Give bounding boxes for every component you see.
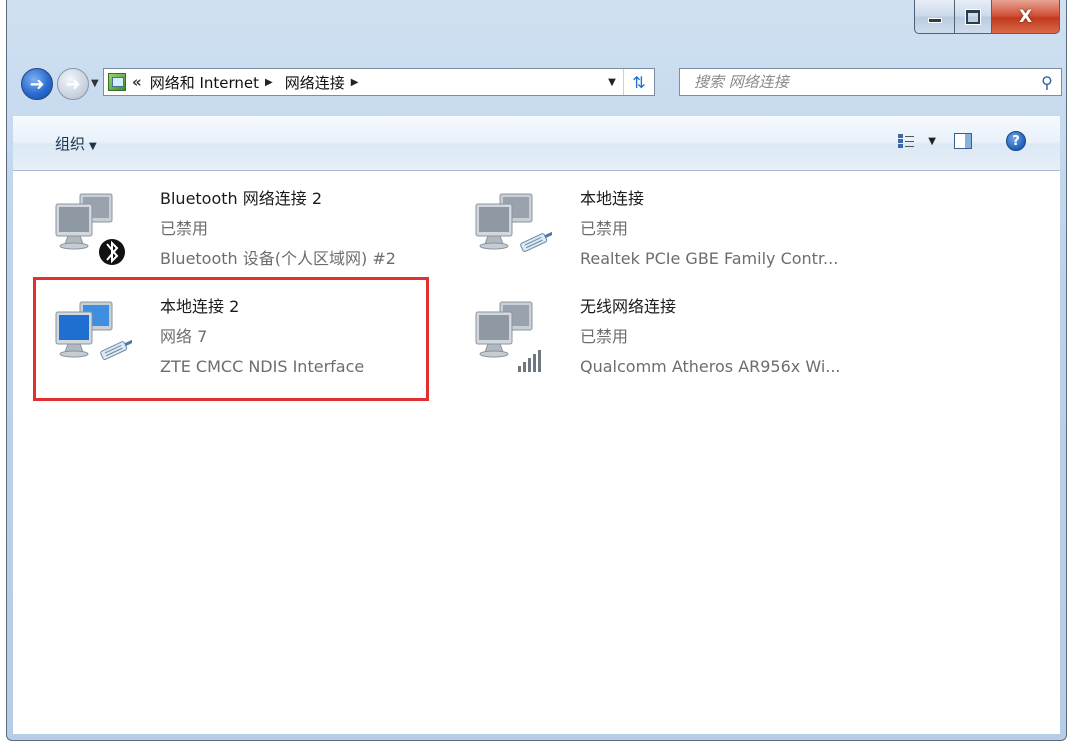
connection-status: 网络 7 (160, 327, 208, 346)
connection-device: ZTE CMCC NDIS Interface (160, 357, 365, 376)
breadcrumb-network-internet[interactable]: 网络和 Internet (150, 72, 259, 93)
navigation-bar: ➜ ➜ ▼ « 网络和 Internet ▶ 网络连接 ▶ ▼ ⇅ ⚲ (21, 64, 1062, 104)
address-history-dropdown[interactable]: ▼ (601, 77, 623, 88)
connection-text: 本地连接 2 网络 7 ZTE CMCC NDIS Interface (160, 292, 364, 382)
bluetooth-network-icon (50, 186, 132, 268)
connection-text: Bluetooth 网络连接 2 已禁用 Bluetooth 设备(个人区域网) #… (160, 184, 396, 274)
chevron-down-icon: ▼ (928, 135, 936, 147)
maximize-button[interactable] (954, 0, 992, 34)
breadcrumb-arrow-icon[interactable]: ▶ (351, 77, 359, 88)
close-button[interactable]: X (992, 0, 1060, 34)
refresh-icon: ⇅ (632, 72, 646, 92)
caption-buttons: X (914, 0, 1060, 34)
help-button[interactable]: ? (1006, 131, 1026, 151)
organize-label: 组织 (55, 135, 86, 153)
connection-status: 已禁用 (580, 327, 629, 346)
wireless-network-icon (470, 294, 552, 376)
refresh-button[interactable]: ⇅ (623, 69, 654, 95)
connection-name: 无线网络连接 (580, 297, 677, 316)
connection-text: 本地连接已禁用 Realtek PCIe GBE Family Contr... (580, 184, 838, 274)
forward-button[interactable]: ➜ (57, 68, 89, 100)
connection-name: Bluetooth 网络连接 2 (160, 189, 323, 208)
minimize-icon (927, 18, 942, 23)
close-icon: X (1018, 6, 1033, 27)
command-bar: 组织 ▼ ▼ ? (13, 116, 1060, 171)
network-folder-icon (108, 73, 126, 91)
connection-status: 已禁用 (160, 219, 209, 238)
details-view-icon (898, 133, 915, 149)
help-icon: ? (1012, 133, 1020, 149)
connection-local-2[interactable]: 本地连接 2 网络 7 ZTE CMCC NDIS Interface (36, 286, 456, 394)
address-bar[interactable]: « 网络和 Internet ▶ 网络连接 ▶ ▼ ⇅ (103, 68, 655, 96)
connection-bluetooth-2[interactable]: Bluetooth 网络连接 2 已禁用 Bluetooth 设备(个人区域网) #… (36, 178, 456, 286)
organize-menu-button[interactable]: 组织 ▼ (55, 133, 97, 154)
breadcrumb-arrow-icon[interactable]: ▶ (265, 77, 273, 88)
back-button[interactable]: ➜ (21, 68, 53, 100)
connection-local[interactable]: 本地连接已禁用 Realtek PCIe GBE Family Contr... (456, 178, 876, 286)
breadcrumb-network-connections[interactable]: 网络连接 (285, 72, 345, 93)
connection-device: Realtek PCIe GBE Family Contr... (580, 249, 839, 268)
recent-pages-dropdown[interactable]: ▼ (91, 78, 99, 89)
maximize-icon (966, 9, 980, 24)
ethernet-network-icon (50, 294, 134, 376)
chevron-down-icon: ▼ (89, 141, 97, 152)
connection-name: 本地连接 2 (160, 297, 240, 316)
preview-pane-button[interactable] (954, 133, 972, 149)
connection-status: 已禁用 (580, 219, 629, 238)
arrow-right-icon: ➜ (65, 73, 81, 95)
search-input[interactable] (692, 72, 1033, 92)
connection-wireless[interactable]: 无线网络连接 已禁用 Qualcomm Atheros AR956x Wi... (456, 286, 876, 394)
ethernet-network-icon (470, 186, 554, 268)
search-box[interactable]: ⚲ (679, 68, 1062, 96)
connection-name: 本地连接 (580, 189, 645, 208)
minimize-button[interactable] (914, 0, 954, 34)
connection-device: Bluetooth 设备(个人区域网) #2 (160, 249, 396, 268)
search-icon[interactable]: ⚲ (1033, 73, 1061, 92)
connection-text: 无线网络连接 已禁用 Qualcomm Atheros AR956x Wi... (580, 292, 841, 382)
connection-device: Qualcomm Atheros AR956x Wi... (580, 357, 841, 376)
change-view-button[interactable]: ▼ (898, 133, 936, 149)
arrow-left-icon: ➜ (29, 73, 45, 95)
address-overflow-chevron[interactable]: « (132, 73, 142, 91)
